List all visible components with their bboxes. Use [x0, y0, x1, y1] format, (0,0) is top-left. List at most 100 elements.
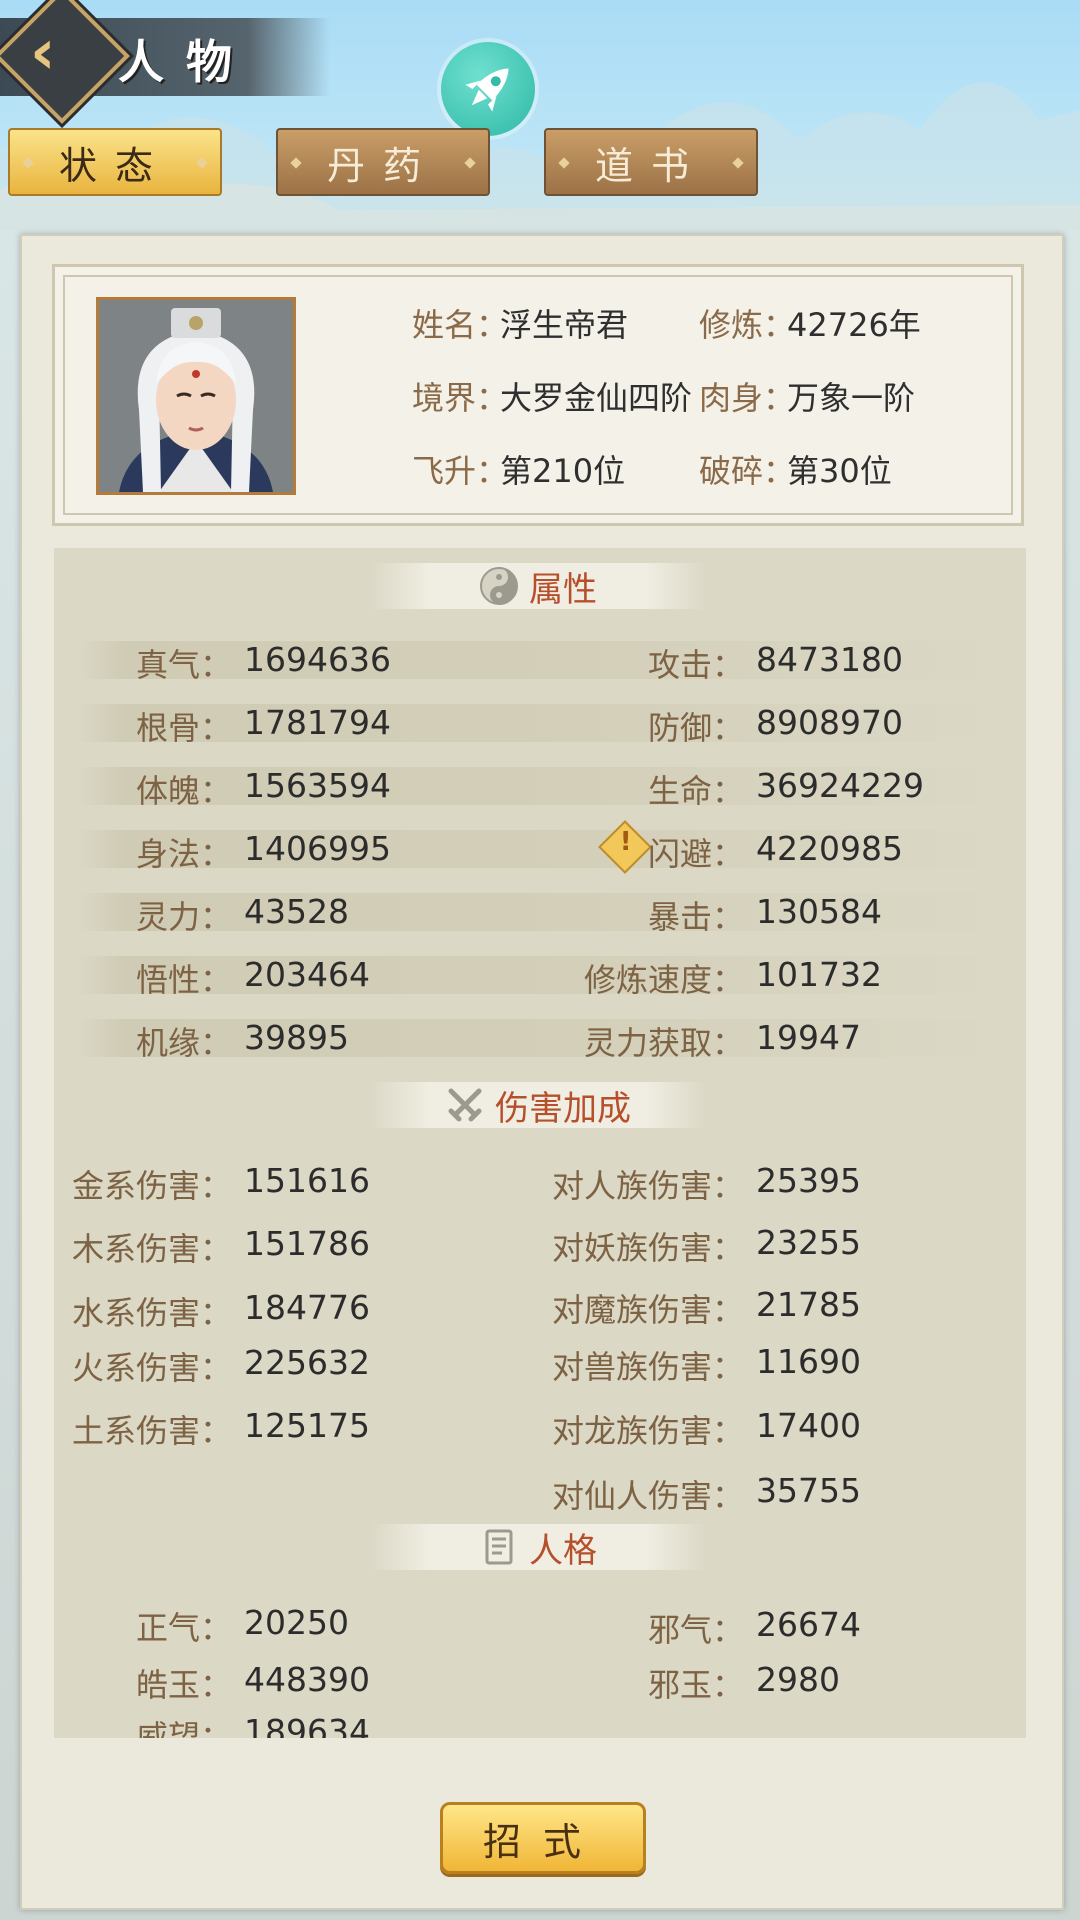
stat-value: 448390	[244, 1660, 370, 1699]
stat-label: 威望：	[135, 1718, 232, 1738]
stat-label: 金系伤害：	[71, 1167, 232, 1205]
section-title: 伤害加成	[495, 1088, 631, 1129]
stat-value: 4220985	[756, 829, 903, 868]
stat-label: 根骨：	[135, 709, 232, 747]
ascension-label: 飞升：	[412, 452, 509, 490]
stat-label: 对人族伤害：	[551, 1167, 744, 1205]
stat-value: 225632	[244, 1343, 370, 1382]
stat-value: 203464	[244, 955, 370, 994]
stat-value: 43528	[244, 892, 349, 931]
scroll-icon	[485, 1529, 513, 1565]
tab-ornament	[22, 157, 34, 169]
shatter-value: 第30位	[787, 452, 892, 490]
stat-value: 8473180	[756, 640, 903, 679]
stat-label: 修炼速度：	[583, 961, 744, 999]
section-title: 属性	[529, 569, 597, 610]
page-title: 人物	[118, 35, 254, 89]
stat-label: 攻击：	[647, 646, 744, 684]
stat-label: 悟性：	[135, 961, 232, 999]
ascension-value: 第210位	[500, 452, 626, 490]
stat-value: 130584	[756, 892, 882, 931]
stat-value: 25395	[756, 1161, 861, 1200]
stat-label: 身法：	[135, 835, 232, 873]
stat-value: 2980	[756, 1660, 840, 1699]
tab-ornament	[732, 157, 744, 169]
stat-label: 对魔族伤害：	[551, 1291, 744, 1329]
stat-label: 机缘：	[135, 1024, 232, 1062]
stat-label: 对龙族伤害：	[551, 1412, 744, 1450]
section-header-attributes: 属性	[370, 563, 706, 610]
character-portrait	[99, 300, 293, 492]
stat-value: 1694636	[244, 640, 391, 679]
tab-ornament	[558, 157, 570, 169]
stat-value: 36924229	[756, 766, 924, 805]
stat-value: 1781794	[244, 703, 391, 742]
tab-label: 道书	[594, 143, 707, 188]
stat-value: 125175	[244, 1406, 370, 1445]
tab-label: 状态	[58, 143, 171, 188]
chevron-left-icon[interactable]: ‹	[30, 21, 90, 83]
tab-label: 丹药	[326, 143, 439, 188]
stat-value: 39895	[244, 1018, 349, 1057]
stat-label: 木系伤害：	[71, 1230, 232, 1268]
stat-value: 101732	[756, 955, 882, 994]
rocket-icon	[465, 68, 509, 112]
skills-button-label: 招式	[482, 1819, 603, 1864]
stat-label: 体魄：	[135, 772, 232, 810]
stat-label: 对仙人伤害：	[551, 1477, 744, 1515]
stat-label: 灵力：	[135, 898, 232, 936]
cultivation-value: 42726年	[787, 306, 921, 344]
stat-value: 151786	[244, 1224, 370, 1263]
crossed-swords-icon	[448, 1088, 482, 1122]
section-title: 人格	[529, 1530, 597, 1571]
body-value: 万象一阶	[787, 379, 916, 417]
realm-value: 大罗金仙四阶	[500, 379, 693, 417]
avatar[interactable]	[96, 297, 296, 495]
stat-label: 邪玉：	[647, 1666, 744, 1704]
shatter-label: 破碎：	[699, 452, 796, 490]
stat-value: 23255	[756, 1223, 861, 1262]
stat-label: 皓玉：	[135, 1666, 232, 1704]
stat-label: 水系伤害：	[71, 1294, 232, 1332]
stat-value: 151616	[244, 1161, 370, 1200]
stat-label: 火系伤害：	[71, 1349, 232, 1387]
stat-label: 正气：	[135, 1609, 232, 1647]
name-value: 浮生帝君	[500, 306, 629, 344]
tab-elixir[interactable]: 丹药	[276, 128, 490, 196]
stat-value: 8908970	[756, 703, 903, 742]
stat-value: 17400	[756, 1406, 861, 1445]
stat-label: 防御：	[647, 709, 744, 747]
stat-label: 闪避：	[647, 835, 744, 873]
name-label: 姓名：	[412, 306, 509, 344]
stat-value: 184776	[244, 1288, 370, 1327]
stat-value: 11690	[756, 1342, 861, 1381]
stat-label: 生命：	[647, 772, 744, 810]
tab-ornament	[196, 157, 208, 169]
stat-value: 1563594	[244, 766, 391, 805]
stat-label: 邪气：	[647, 1611, 744, 1649]
clipped-row: 威望： 189634	[54, 1712, 1026, 1738]
section-header-personality: 人格	[370, 1524, 706, 1571]
stat-value: 19947	[756, 1018, 861, 1057]
stat-value: 35755	[756, 1471, 861, 1510]
stat-label: 灵力获取：	[583, 1024, 744, 1062]
skills-button[interactable]: 招式	[440, 1802, 646, 1874]
stat-value: 21785	[756, 1285, 861, 1324]
section-header-damage: 伤害加成	[370, 1082, 706, 1129]
tab-ornament	[290, 157, 302, 169]
rocket-button[interactable]	[441, 42, 535, 136]
stat-value: 20250	[244, 1603, 349, 1642]
stat-label: 对兽族伤害：	[551, 1348, 744, 1386]
realm-label: 境界：	[412, 379, 509, 417]
yin-yang-icon	[480, 567, 518, 605]
tab-ornament	[464, 157, 476, 169]
stat-label: 土系伤害：	[71, 1412, 232, 1450]
stat-value: 189634	[244, 1712, 370, 1738]
cultivation-label: 修炼：	[699, 306, 796, 344]
stat-label: 对妖族伤害：	[551, 1229, 744, 1267]
stat-label: 真气：	[135, 646, 232, 684]
tab-status[interactable]: 状态	[8, 128, 222, 196]
body-label: 肉身：	[699, 379, 796, 417]
tab-daoshu[interactable]: 道书	[544, 128, 758, 196]
stat-value: 1406995	[244, 829, 391, 868]
